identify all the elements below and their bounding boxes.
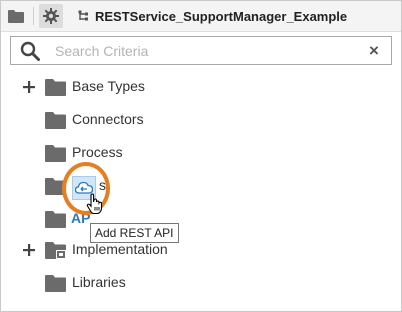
close-icon[interactable]: × [365, 41, 383, 61]
tree-item-label: Process [72, 144, 123, 160]
toolbar: RESTService_SupportManager_Example [1, 1, 401, 32]
folder-icon [45, 211, 66, 228]
folder-view-button[interactable] [4, 4, 28, 28]
search-input[interactable] [55, 40, 355, 61]
folder-icon [45, 145, 66, 162]
expand-plus-icon[interactable] [22, 80, 36, 94]
tree-item-libraries[interactable]: Libraries [1, 271, 401, 295]
folder-icon [45, 112, 66, 129]
project-title: RESTService_SupportManager_Example [95, 8, 348, 24]
tooltip: Add REST API [90, 223, 179, 243]
tree-item-base-types[interactable]: Base Types [1, 75, 401, 99]
toolbar-separator [33, 7, 34, 25]
tree-item-process[interactable]: Process [1, 141, 401, 165]
tree-item-implementation[interactable]: Implementation [1, 238, 401, 262]
expand-plus-icon[interactable] [22, 243, 36, 257]
folder-icon [45, 79, 66, 96]
tree-item-label: Base Types [72, 78, 145, 94]
tree-item-label: Connectors [72, 111, 144, 127]
search-box: × [10, 36, 392, 65]
tree-item-services[interactable]: s [1, 174, 401, 198]
search-icon [20, 41, 40, 61]
gear-icon [43, 8, 59, 24]
navigator-panel: RESTService_SupportManager_Example × Bas… [0, 0, 402, 312]
settings-button[interactable] [39, 4, 63, 28]
tree-item-api[interactable] [1, 207, 401, 231]
implementation-folder-icon [45, 242, 66, 259]
folder-icon [45, 275, 66, 292]
service-icon [78, 10, 88, 21]
tree-item-label: Implementation [72, 241, 168, 257]
project-title-area: RESTService_SupportManager_Example [78, 1, 347, 31]
hand-cursor-icon [86, 193, 103, 215]
tree-item-label: Libraries [72, 274, 126, 290]
tree-item-connectors[interactable]: Connectors [1, 108, 401, 132]
folder-icon [8, 10, 24, 23]
